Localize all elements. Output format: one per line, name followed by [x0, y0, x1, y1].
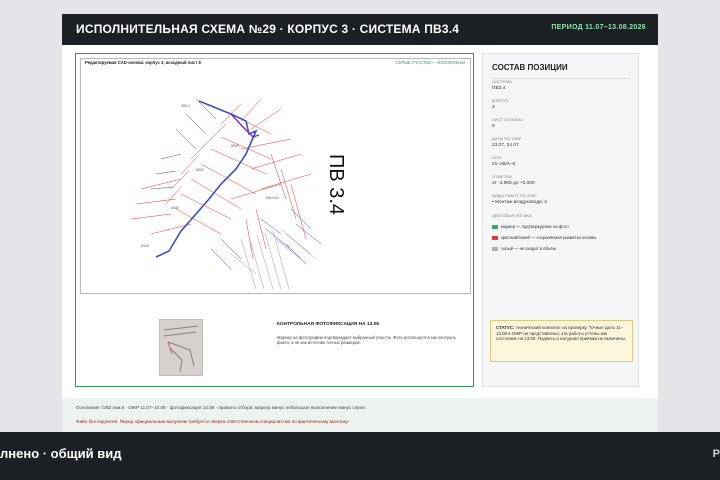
svg-text:Ø200: Ø200 — [196, 168, 204, 172]
sidebar-title: СОСТАВ ПОЗИЦИИ — [492, 63, 568, 72]
legend-item-green: маркер — подтверждение на фото — [492, 224, 569, 229]
field-label: ВИДЫ РАБОТ ПО ОЖР — [492, 194, 537, 198]
period-badge: ПЕРИОД 11.07–13.08.2026 — [551, 24, 646, 31]
field-label: ОСИ — [492, 156, 502, 160]
red-swatch-icon — [492, 235, 498, 240]
field-label: ОТМЕТКИ — [492, 175, 512, 179]
svg-text:Ø125: Ø125 — [141, 244, 149, 248]
svg-text:500×300: 500×300 — [266, 196, 279, 200]
svg-text:ПВ3.4: ПВ3.4 — [181, 104, 190, 108]
legend-text: серый — не входит в объём — [501, 246, 556, 251]
status-label: СТАТУС: — [496, 325, 515, 330]
system-mark-label: ПВ 3.4 — [325, 153, 348, 216]
grey-swatch-icon — [492, 246, 498, 251]
field-label: КОРПУС — [492, 99, 509, 103]
control-photo[interactable] — [159, 319, 203, 376]
duct-scheme-drawing: ПВ3.4 Ø250 Ø200 Ø160 500×300 Ø125 — [130, 98, 322, 290]
field-value: 3 — [492, 105, 495, 110]
legend-title: ЦВЕТОВАЯ ЛОГИКА — [492, 214, 532, 218]
warning-note: Файл без подписей. Перед официальным вып… — [76, 419, 349, 424]
field-value: • Монтаж воздуховода: 2 — [492, 200, 547, 205]
field-value: 21–26/А–К — [492, 162, 516, 167]
field-value: ПВ3.4 — [492, 86, 506, 91]
sidebar-divider — [491, 78, 630, 79]
view-caption: лнено · общий вид — [0, 446, 122, 461]
footer-band — [62, 398, 658, 432]
field-value: от -3.900 до +0.000 — [492, 181, 535, 186]
drawing-frame: Редактируемая CAD-основа: корпус 3, исхо… — [75, 53, 474, 387]
status-note: СТАТУС: технический комплект на проверку… — [490, 320, 633, 362]
drawing-annotations: ПВ3.4 Ø250 Ø200 Ø160 500×300 Ø125 — [141, 104, 279, 248]
right-caption: Р — [712, 448, 720, 460]
blue-markup-lines — [150, 98, 322, 270]
svg-text:Ø250: Ø250 — [231, 144, 239, 148]
red-markup-lines — [130, 98, 312, 260]
field-value: 23.07, 24.07 — [492, 143, 519, 148]
status-text: технический комплект на проверку. Точные… — [496, 325, 626, 342]
document-header: ИСПОЛНИТЕЛЬНАЯ СХЕМА №29 · КОРПУС 3 · СИ… — [62, 14, 658, 45]
basis-note: Основание: ОВ2 изм.6 · ОЖР 11.07–10.08 ·… — [76, 405, 367, 410]
photo-thumbnail — [160, 320, 202, 375]
document-page: ИСПОЛНИТЕЛЬНАЯ СХЕМА №29 · КОРПУС 3 · СИ… — [62, 14, 658, 432]
bottom-caption-bar: лнено · общий вид Р — [0, 432, 720, 480]
field-label: СИСТЕМА — [492, 80, 513, 84]
legend-item-red: красный/синий — сохраняемая разметка осн… — [492, 235, 596, 240]
document-title: ИСПОЛНИТЕЛЬНАЯ СХЕМА №29 · КОРПУС 3 · СИ… — [76, 22, 460, 36]
green-swatch-icon — [492, 224, 498, 229]
photo-description: Маркер на фотографии подтверждает выбран… — [277, 335, 456, 346]
field-value: 8 — [492, 124, 495, 129]
legend-text: маркер — подтверждение на фото — [501, 224, 569, 229]
grey-excluded-lines — [230, 228, 317, 290]
svg-text:Ø160: Ø160 — [171, 206, 179, 210]
field-label: ДАТЫ ПО ОЖР — [492, 137, 522, 141]
photo-title: КОНТРОЛЬНАЯ ФОТОФИКСАЦИЯ НА 13.08 — [277, 322, 379, 327]
field-label: ЛИСТ ОСНОВЫ — [492, 118, 523, 122]
cad-sheet[interactable]: Редактируемая CAD-основа: корпус 3, исхо… — [80, 58, 471, 294]
legend-text: красный/синий — сохраняемая разметка осн… — [501, 235, 597, 240]
legend-item-grey: серый — не входит в объём — [492, 246, 556, 251]
